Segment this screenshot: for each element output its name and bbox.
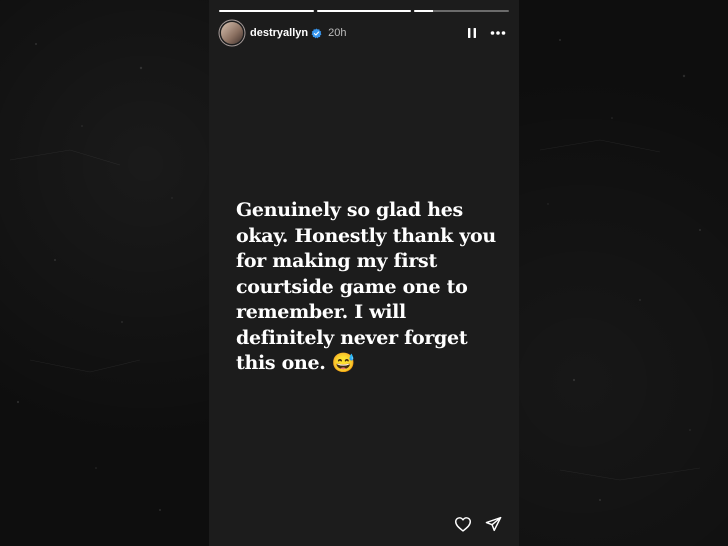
story-text-line: for making my first — [236, 250, 437, 272]
story-text-line: Genuinely so glad hes — [236, 199, 463, 221]
username[interactable]: destryallyn — [250, 27, 308, 39]
progress-segment — [316, 10, 412, 12]
verified-badge-icon — [311, 28, 322, 39]
progress-segment — [219, 10, 314, 12]
story-text: Genuinely so glad hes okay. Honestly tha… — [236, 198, 511, 377]
progress-segment — [414, 10, 510, 12]
more-options-icon[interactable] — [487, 22, 509, 44]
send-icon[interactable] — [483, 514, 503, 534]
heart-icon[interactable] — [453, 514, 473, 534]
story-text-line: remember. I will — [236, 301, 406, 323]
story-text-line: courtside game one to — [236, 275, 468, 298]
story-header: destryallyn 20h — [219, 20, 509, 46]
pause-icon[interactable] — [461, 22, 483, 44]
story-frame[interactable]: destryallyn 20h Genuinely so glad hes ok… — [209, 0, 519, 546]
post-time: 20h — [328, 27, 347, 39]
story-text-line: this one. 😅 — [236, 352, 356, 374]
story-text-line: definitely never forget — [236, 326, 468, 349]
story-actions — [453, 514, 503, 534]
story-text-line: okay. Honestly thank you — [236, 224, 496, 247]
avatar[interactable] — [221, 22, 243, 44]
story-progress-bar — [219, 10, 510, 13]
